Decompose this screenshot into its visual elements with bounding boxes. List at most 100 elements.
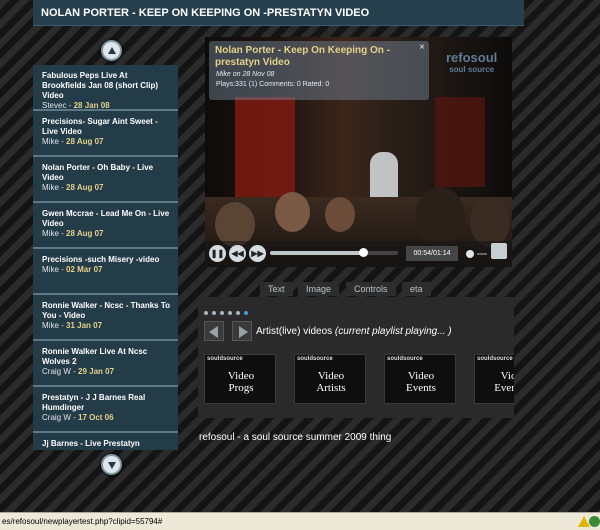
crowd-head bbox=[415, 187, 465, 247]
prev-button[interactable] bbox=[204, 321, 224, 341]
playlist-item-title[interactable]: Ronnie Walker Live At Ncsc Wolves 2 bbox=[42, 347, 172, 367]
playlist-item-date: 28 Aug 07 bbox=[66, 229, 104, 238]
category-card[interactable]: souldsource Video Artists bbox=[294, 354, 366, 404]
playlist-item-date: 02 Mar 07 bbox=[66, 265, 103, 274]
panel-heading: Artist(live) videos (current playlist pl… bbox=[256, 326, 452, 337]
page-title: NOLAN PORTER - KEEP ON KEEPING ON -PREST… bbox=[41, 7, 370, 19]
browser-status-bar: es/refosoul/newplayertest.php?clipid=557… bbox=[0, 512, 600, 530]
category-card[interactable]: souldsource Vide Events( bbox=[474, 354, 514, 404]
playlist-item[interactable]: Precisions- Sugar Aint Sweet - Live Vide… bbox=[33, 111, 178, 157]
seek-handle[interactable] bbox=[359, 248, 369, 257]
category-card[interactable]: souldsource Video Events bbox=[384, 354, 456, 404]
playlist-item[interactable]: Ronnie Walker - Ncsc - Thanks To You - V… bbox=[33, 295, 178, 341]
scroll-up-button[interactable] bbox=[101, 40, 122, 61]
playlist-item-author: Mike bbox=[42, 183, 59, 192]
pause-button[interactable]: ❚❚ bbox=[209, 245, 226, 262]
playlist-item-author: Mike bbox=[42, 321, 59, 330]
playlist-item[interactable]: Fabulous Peps Live At Brookfields Jan 08… bbox=[33, 65, 178, 111]
seek-bar[interactable] bbox=[270, 248, 398, 257]
playlist-item[interactable]: Jj Barnes - Live Prestatyn bbox=[33, 433, 178, 450]
pager-dot[interactable] bbox=[220, 311, 224, 315]
close-icon[interactable]: × bbox=[419, 42, 425, 53]
status-url: es/refosoul/newplayertest.php?clipid=557… bbox=[2, 517, 163, 526]
pager-dot[interactable] bbox=[228, 311, 232, 315]
video-info-overlay: Nolan Porter - Keep On Keeping On - pres… bbox=[209, 41, 429, 100]
playlist-item-title[interactable]: Jj Barnes - Live Prestatyn bbox=[42, 439, 172, 449]
playlist-item-title[interactable]: Precisions -such Misery -video bbox=[42, 255, 172, 265]
playlist-sidebar: Fabulous Peps Live At Brookfields Jan 08… bbox=[33, 36, 178, 475]
card-label: Video Events bbox=[406, 370, 436, 394]
playlist-item[interactable]: Precisions -such Misery -video Mike - 02 … bbox=[33, 249, 178, 295]
playlist-item[interactable]: Gwen Mccrae - Lead Me On - Live Video Mik… bbox=[33, 203, 178, 249]
playlist-item-title[interactable]: Precisions- Sugar Aint Sweet - Live Vide… bbox=[42, 117, 172, 137]
playlist-item-author: Stevec bbox=[42, 101, 67, 110]
playlist-item-title[interactable]: Prestatyn - J J Barnes Real Humdinger bbox=[42, 393, 172, 413]
card-logo: souldsource bbox=[297, 356, 333, 362]
fullscreen-button[interactable] bbox=[491, 243, 507, 259]
crowd-head bbox=[275, 192, 310, 232]
tab-controls[interactable]: Controls bbox=[346, 282, 396, 296]
playlist-item-title[interactable]: Fabulous Peps Live At Brookfields Jan 08… bbox=[42, 71, 172, 101]
playlist-item-meta: Mike - 31 Jan 07 bbox=[42, 321, 103, 330]
seek-progress bbox=[270, 251, 364, 255]
pager-dot[interactable] bbox=[244, 311, 248, 315]
playlist-item-meta: Mike - 28 Aug 07 bbox=[42, 229, 104, 238]
fast-forward-icon: ▶▶ bbox=[251, 249, 264, 258]
pager-dot[interactable] bbox=[204, 311, 208, 315]
pager-dot[interactable] bbox=[236, 311, 240, 315]
playlist-item-title[interactable]: Gwen Mccrae - Lead Me On - Live Video bbox=[42, 209, 172, 229]
tab-text[interactable]: Text bbox=[260, 282, 293, 296]
arrow-left-icon bbox=[209, 326, 218, 338]
stage-curtain-right bbox=[435, 97, 485, 187]
playlist-item-author: Mike bbox=[42, 265, 59, 274]
tagline: refosoul - a soul source summer 2009 thi… bbox=[199, 432, 392, 443]
card-logo: souldsource bbox=[387, 356, 423, 362]
category-cards: souldsource Video Progs souldsource Video A… bbox=[204, 354, 514, 406]
playlist-item-date: 29 Jan 07 bbox=[78, 367, 115, 376]
stage-curtain-left bbox=[235, 97, 295, 197]
tab-eta[interactable]: eta bbox=[402, 282, 431, 296]
arrow-right-icon bbox=[239, 326, 248, 338]
video-stats: Plays:331 (1) Comments: 0 Rated: 0 bbox=[216, 81, 330, 88]
playlist-item-title[interactable]: Ronnie Walker - Ncsc - Thanks To You - V… bbox=[42, 301, 172, 321]
crowd-head bbox=[325, 197, 355, 232]
brand-watermark: refosoul soul source bbox=[446, 50, 497, 74]
brand-name: refosoul bbox=[446, 50, 498, 65]
playlist-item-title[interactable]: Nolan Porter - Oh Baby - Live Video bbox=[42, 163, 172, 183]
playlist-item-author: Mike bbox=[42, 229, 59, 238]
card-label: Video Progs bbox=[227, 370, 255, 394]
panel-heading-prefix: Artist(live) videos bbox=[256, 326, 333, 337]
pager-dot[interactable] bbox=[212, 311, 216, 315]
playlist-item-date: 28 Aug 07 bbox=[66, 137, 104, 146]
playlist-item[interactable]: Prestatyn - J J Barnes Real Humdinger Cra… bbox=[33, 387, 178, 433]
playlist-item-meta: Craig W - 17 Oct 06 bbox=[42, 413, 114, 422]
crowd-head bbox=[470, 197, 510, 247]
rewind-button[interactable]: ◀◀ bbox=[229, 245, 246, 262]
scroll-down-button[interactable] bbox=[101, 454, 122, 475]
card-logo: souldsource bbox=[477, 356, 513, 362]
playlist-item-author: Craig W bbox=[42, 413, 71, 422]
playlist-panel: Artist(live) videos (current playlist pl… bbox=[198, 297, 514, 418]
playlist-item-meta: Stevec - 28 Jan 08 bbox=[42, 101, 110, 110]
volume-slider[interactable] bbox=[477, 253, 487, 255]
fast-forward-button[interactable]: ▶▶ bbox=[249, 245, 266, 262]
pause-icon: ❚❚ bbox=[210, 249, 225, 258]
playlist-item[interactable]: Ronnie Walker Live At Ncsc Wolves 2 Craig… bbox=[33, 341, 178, 387]
pager-dots bbox=[204, 302, 252, 320]
playlist-item-date: 31 Jan 07 bbox=[66, 321, 103, 330]
player-controls: ❚❚ ◀◀ ▶▶ 00:54/01:14 bbox=[205, 241, 512, 267]
playlist-item-author: Mike bbox=[42, 137, 59, 146]
globe-icon bbox=[589, 516, 600, 527]
tab-image[interactable]: Image bbox=[298, 282, 340, 296]
video-byline: Mike on 28 Nov 08 bbox=[216, 71, 275, 78]
card-logo: souldsource bbox=[207, 356, 243, 362]
next-button[interactable] bbox=[232, 321, 252, 341]
playlist-item[interactable]: Nolan Porter - Oh Baby - Live Video Mike … bbox=[33, 157, 178, 203]
time-display: 00:54/01:14 bbox=[406, 246, 458, 261]
playlist-item-meta: Mike - 02 Mar 07 bbox=[42, 265, 103, 274]
playlist-item-date: 28 Aug 07 bbox=[66, 183, 104, 192]
category-card[interactable]: souldsource Video Progs bbox=[204, 354, 276, 404]
volume-knob[interactable] bbox=[466, 250, 474, 258]
playlist-item-author: Craig W bbox=[42, 367, 71, 376]
playlist-item-date: 28 Jan 08 bbox=[73, 101, 110, 110]
